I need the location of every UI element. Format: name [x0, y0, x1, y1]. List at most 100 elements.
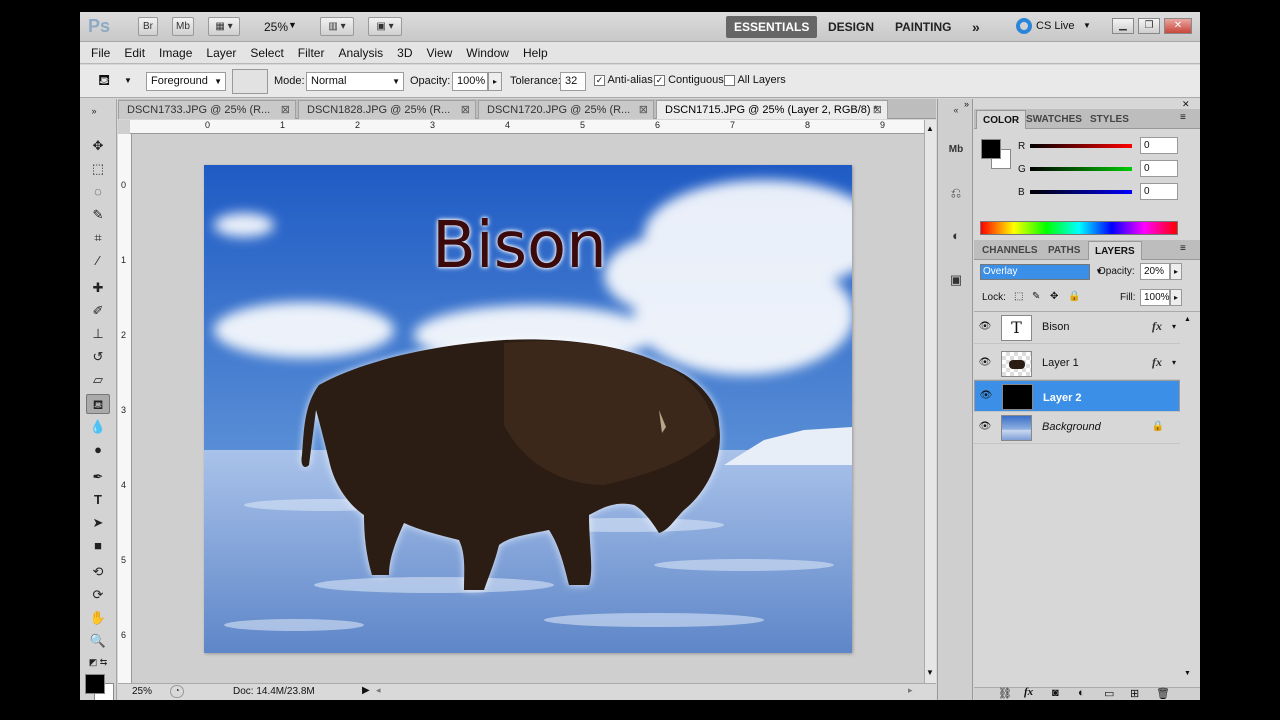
opacity-input[interactable]: 100% — [452, 72, 488, 91]
tolerance-input[interactable]: 32 — [560, 72, 586, 91]
scroll-down-icon[interactable]: ▼ — [926, 668, 934, 677]
antialias-checkbox[interactable]: ✓ — [594, 74, 605, 86]
expand-effects-icon[interactable]: ▾ — [1172, 358, 1176, 367]
tab-dscn1720[interactable]: DSCN1720.JPG @ 25% (R... ⊠ — [478, 100, 654, 119]
menu-help[interactable]: Help — [516, 42, 555, 64]
mode-select[interactable]: Normal ▼ — [306, 72, 404, 91]
opacity-slider-arrow-icon[interactable]: ▸ — [1170, 263, 1182, 280]
visibility-eye-icon[interactable]: 👁 — [977, 420, 993, 434]
fill-input[interactable]: 100% — [1140, 289, 1170, 306]
move-tool-icon[interactable]: ✥ — [86, 136, 110, 156]
clone-stamp-tool-icon[interactable]: ⊥ — [86, 324, 110, 344]
cs-live-button[interactable]: CS Live — [1036, 20, 1075, 32]
zoom-level[interactable]: 25% — [264, 20, 288, 34]
lock-pixels-icon[interactable]: ✎ — [1032, 291, 1040, 302]
tab-styles[interactable]: STYLES — [1084, 110, 1135, 129]
workspace-essentials[interactable]: ESSENTIALS — [726, 16, 818, 38]
layer-effects-icon[interactable]: fx — [1152, 355, 1162, 370]
quick-selection-tool-icon[interactable]: ✎ — [86, 205, 110, 225]
tab-swatches[interactable]: SWATCHES — [1020, 110, 1088, 129]
layer-opacity-input[interactable]: 20% — [1140, 263, 1170, 280]
collapse-panels-icon[interactable]: » — [964, 99, 969, 109]
fill-slider-arrow-icon[interactable]: ▸ — [1170, 289, 1182, 306]
hand-tool-icon[interactable]: ✋ — [86, 608, 110, 628]
tab-paths[interactable]: PATHS — [1042, 241, 1086, 260]
scroll-right-icon[interactable]: ▸ — [908, 685, 913, 696]
green-value[interactable]: 0 — [1140, 160, 1178, 177]
tab-dscn1733[interactable]: DSCN1733.JPG @ 25% (R... ⊠ — [118, 100, 296, 119]
status-menu-arrow-icon[interactable]: ▶ — [362, 685, 370, 696]
cs-live-dropdown-icon[interactable]: ▼ — [1083, 21, 1091, 30]
visibility-eye-icon[interactable]: 👁 — [978, 389, 994, 403]
more-workspaces-button[interactable]: » — [964, 16, 988, 38]
blur-tool-icon[interactable]: 💧 — [86, 417, 110, 437]
red-slider[interactable] — [1030, 144, 1132, 148]
vertical-scrollbar[interactable]: ▲ ▼ — [924, 120, 936, 688]
close-icon[interactable]: ⊠ — [461, 101, 470, 120]
blue-value[interactable]: 0 — [1140, 183, 1178, 200]
blue-slider[interactable] — [1030, 190, 1132, 194]
new-layer-icon[interactable]: ⊞ — [1130, 687, 1139, 700]
paint-bucket-tool-preset-icon[interactable]: ⛾ — [98, 72, 110, 91]
blend-mode-select[interactable]: Overlay ▼ — [980, 264, 1103, 280]
layer-row-background[interactable]: 👁 Background 🔒 — [974, 412, 1180, 444]
type-tool-icon[interactable]: T — [86, 490, 110, 510]
workspace-design[interactable]: DESIGN — [820, 16, 882, 38]
view-extras-button[interactable]: ▦ ▾ — [208, 17, 240, 36]
expand-effects-icon[interactable]: ▾ — [1172, 322, 1176, 331]
3d-rotate-tool-icon[interactable]: ⟲ — [86, 562, 110, 582]
menu-view[interactable]: View — [419, 42, 459, 64]
red-value[interactable]: 0 — [1140, 137, 1178, 154]
document-canvas[interactable]: Bison — [204, 165, 852, 653]
foreground-color-swatch[interactable] — [85, 674, 105, 694]
arrange-documents-button[interactable]: ▥ ▾ — [320, 17, 354, 36]
workspace-painting[interactable]: PAINTING — [887, 16, 959, 38]
tab-dscn1828[interactable]: DSCN1828.JPG @ 25% (R... ⊠ — [298, 100, 476, 119]
layer-effects-icon[interactable]: fx — [1152, 319, 1162, 334]
zoom-dropdown-icon[interactable]: ▼ — [288, 20, 297, 30]
panel-menu-icon[interactable]: ≡ — [1180, 243, 1186, 254]
delete-layer-icon[interactable]: 🗑 — [1156, 687, 1170, 700]
dodge-tool-icon[interactable]: ● — [86, 440, 110, 460]
history-brush-tool-icon[interactable]: ↺ — [86, 347, 110, 367]
eyedropper-tool-icon[interactable]: ⁄ — [86, 251, 110, 271]
all-layers-checkbox[interactable] — [724, 74, 735, 86]
color-foreground-swatch[interactable] — [981, 139, 1001, 159]
minimize-button[interactable]: ▁ — [1112, 18, 1134, 34]
paint-bucket-tool-icon[interactable]: ⛾ — [86, 394, 110, 414]
layer-row-layer1[interactable]: 👁 Layer 1 fx ▾ — [974, 348, 1180, 380]
status-icon[interactable]: ◔ — [170, 685, 184, 698]
menu-select[interactable]: Select — [243, 42, 290, 64]
close-icon[interactable]: ⊠ — [281, 101, 290, 120]
pattern-picker[interactable] — [232, 69, 268, 94]
visibility-eye-icon[interactable]: 👁 — [977, 356, 993, 370]
adjustment-layer-icon[interactable]: ◐ — [1078, 687, 1085, 699]
layer-row-bison[interactable]: 👁 T Bison fx ▾ — [974, 312, 1180, 344]
pen-tool-icon[interactable]: ✒ — [86, 467, 110, 487]
scroll-down-icon[interactable]: ▼ — [1184, 670, 1191, 677]
menu-file[interactable]: File — [84, 42, 117, 64]
tool-preset-dropdown-icon[interactable]: ▼ — [124, 76, 132, 85]
rectangle-tool-icon[interactable]: ■ — [86, 536, 110, 556]
adjustments-panel-icon[interactable]: ◐ — [944, 225, 968, 247]
scroll-up-icon[interactable]: ▲ — [1184, 316, 1191, 323]
scroll-up-icon[interactable]: ▲ — [926, 124, 934, 133]
panel-menu-icon[interactable]: ≡ — [1180, 112, 1186, 123]
menu-edit[interactable]: Edit — [117, 42, 152, 64]
menu-window[interactable]: Window — [459, 42, 516, 64]
new-group-icon[interactable]: ▭ — [1104, 687, 1114, 700]
visibility-eye-icon[interactable]: 👁 — [977, 320, 993, 334]
bridge-button[interactable]: Br — [138, 17, 158, 36]
eraser-tool-icon[interactable]: ▱ — [86, 370, 110, 390]
add-mask-icon[interactable]: ◙ — [1052, 687, 1059, 699]
menu-filter[interactable]: Filter — [291, 42, 332, 64]
tab-layers[interactable]: LAYERS — [1088, 241, 1142, 260]
color-spectrum-ramp[interactable] — [980, 221, 1178, 235]
green-slider[interactable] — [1030, 167, 1132, 171]
menu-image[interactable]: Image — [152, 42, 199, 64]
mini-bridge-button[interactable]: Mb — [172, 17, 194, 36]
3d-orbit-tool-icon[interactable]: ⟳ — [86, 585, 110, 605]
panel-collapse-icon[interactable]: » — [82, 101, 106, 121]
lasso-tool-icon[interactable]: ◌ — [86, 182, 110, 202]
menu-layer[interactable]: Layer — [199, 42, 243, 64]
